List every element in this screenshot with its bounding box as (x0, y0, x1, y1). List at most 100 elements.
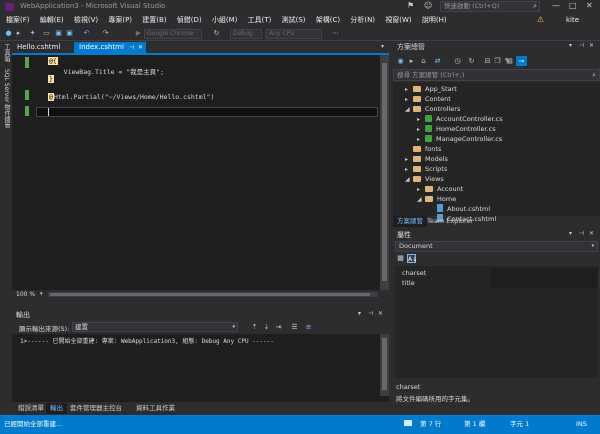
tree-item-home-controller[interactable]: ▸ HomeController.cs (417, 124, 496, 134)
warning-icon[interactable]: ⚠ (537, 15, 544, 24)
code-editor[interactable]: @{ ViewBag.Title = "我是主頁"; } @Html.Parti… (12, 53, 389, 292)
next-message-icon[interactable]: ⇥ (274, 323, 283, 332)
forward-icon[interactable]: ▸ (14, 29, 23, 38)
panel-close-icon[interactable]: ✕ (378, 310, 383, 317)
save-icon[interactable]: ▣ (54, 29, 63, 38)
undo-icon[interactable]: ↶ (82, 29, 91, 38)
panel-menu-icon[interactable]: ▾ (358, 310, 361, 317)
property-value[interactable] (491, 278, 598, 288)
output-text[interactable]: 1>------ 已開始全部重建: 專案: WebApplication3, 組… (12, 334, 389, 402)
output-source-select[interactable]: 建置 ▾ (72, 322, 238, 332)
panel-menu-icon[interactable]: ▾ (569, 42, 572, 49)
pin-icon[interactable]: ⊣ (129, 42, 134, 53)
tab-output[interactable]: 輸出 (46, 403, 67, 414)
panel-menu-icon[interactable]: ▾ (569, 230, 572, 237)
preview-toggle-icon[interactable]: ⊸ (516, 56, 527, 66)
open-file-icon[interactable]: ▭ (42, 29, 51, 38)
collapse-all-icon[interactable]: ⊟ (483, 57, 492, 66)
menu-analyze[interactable]: 分析(N) (346, 14, 379, 27)
menu-test[interactable]: 測試(S) (278, 14, 310, 27)
properties-object-select[interactable]: Document ▾ (395, 241, 598, 252)
panel-pin-icon[interactable]: ⊣ (368, 310, 373, 317)
tree-item-models[interactable]: ▸ Models (405, 154, 448, 164)
menu-architecture[interactable]: 架構(C) (312, 14, 344, 27)
tab-index-cshtml[interactable]: Index.cshtml ⊣ ✕ (74, 42, 146, 53)
panel-close-icon[interactable]: ✕ (589, 42, 594, 49)
tab-overflow-icon[interactable]: ▾ (381, 43, 384, 50)
back-icon[interactable]: ◉ (396, 57, 405, 66)
tree-item-account-controller[interactable]: ▸ AccountController.cs (417, 114, 503, 124)
sql-explorer-tab[interactable]: SQL Server 物件總管 (2, 69, 11, 128)
clear-all-icon[interactable]: ☰ (290, 323, 299, 332)
editor-horizontal-scrollbar[interactable] (48, 292, 378, 297)
panel-pin-icon[interactable]: ⊣ (579, 230, 584, 237)
tab-solution-explorer[interactable]: 方案總管 (393, 216, 427, 227)
close-button[interactable]: ✕ (586, 1, 593, 10)
output-vertical-scrollbar[interactable] (380, 334, 389, 396)
previous-message-icon[interactable]: ⇣ (262, 323, 271, 332)
zoom-level[interactable]: 100 % (16, 290, 35, 299)
tree-item-about-cshtml[interactable]: About.cshtml (429, 204, 490, 214)
tab-team-explorer[interactable]: Team Explorer (423, 216, 477, 227)
sync-icon[interactable]: ⇄ (433, 57, 442, 66)
redo-icon[interactable]: ↷ (101, 29, 110, 38)
property-row-charset[interactable]: charset (395, 268, 598, 278)
tree-item-views[interactable]: ◢ Views (405, 174, 444, 184)
categorized-icon[interactable]: ▦ (396, 254, 405, 263)
find-message-icon[interactable]: ⇡ (250, 323, 259, 332)
tab-error-list[interactable]: 錯誤清單 (14, 403, 48, 414)
quick-launch-input[interactable]: 快速啟動 (Ctrl+Q) (444, 2, 499, 11)
tree-item-app-start[interactable]: ▸ App_Start (405, 84, 457, 94)
zoom-dropdown-icon[interactable]: ▾ (40, 290, 43, 299)
panel-pin-icon[interactable]: ⊣ (579, 42, 584, 49)
menu-help[interactable]: 說明(H) (418, 14, 451, 27)
home-icon[interactable]: ⌂ (419, 57, 428, 66)
platform-select[interactable]: Any CPU (266, 29, 322, 39)
minimize-button[interactable]: — (552, 1, 560, 10)
history-icon[interactable]: ◷ (453, 57, 462, 66)
menu-build[interactable]: 建置(B) (138, 14, 170, 27)
feedback-icon[interactable]: ☺ (424, 1, 432, 10)
menu-project[interactable]: 專案(P) (104, 14, 136, 27)
panel-close-icon[interactable]: ✕ (589, 230, 594, 237)
tab-hello-cshtml[interactable]: Hello.cshtml (12, 42, 72, 53)
menu-edit[interactable]: 編輯(E) (36, 14, 68, 27)
property-row-title[interactable]: title (395, 278, 598, 288)
editor-vertical-scrollbar[interactable] (380, 55, 389, 292)
tree-item-content[interactable]: ▸ Content (405, 94, 451, 104)
close-tab-icon[interactable]: ✕ (138, 42, 143, 53)
tree-item-scripts[interactable]: ▸ Scripts (405, 164, 447, 174)
refresh-icon[interactable]: ↻ (467, 57, 476, 66)
tab-package-manager-console[interactable]: 套件管理器主控台 (66, 403, 126, 414)
forward-icon[interactable]: ▸ (407, 57, 416, 66)
browser-select[interactable]: Google Chrome (144, 29, 202, 39)
menu-tools[interactable]: 工具(T) (244, 14, 276, 27)
menu-view[interactable]: 檢視(V) (70, 14, 102, 27)
start-debug-icon[interactable]: ▶ (134, 29, 143, 38)
configuration-select[interactable]: Debug (230, 29, 262, 39)
notification-flag-icon[interactable]: ⚑ (407, 1, 414, 10)
menu-window[interactable]: 視窗(W) (381, 14, 415, 27)
tree-item-manage-controller[interactable]: ▸ ManageController.cs (417, 134, 502, 144)
user-name[interactable]: kite (566, 16, 579, 24)
quick-launch[interactable]: 快速啟動 (Ctrl+Q) ⌕ (440, 1, 540, 12)
back-icon[interactable]: ● (4, 29, 13, 38)
alphabetical-icon[interactable]: A↓ (407, 254, 417, 263)
toolbox-tab[interactable]: 工具箱 (2, 44, 11, 62)
word-wrap-icon[interactable]: ≡ (304, 323, 313, 332)
tree-item-controllers[interactable]: ◢ Controllers (405, 104, 460, 114)
tree-item-fonts[interactable]: fonts (405, 144, 441, 154)
tree-item-home[interactable]: ◢ Home (417, 194, 456, 204)
menu-team[interactable]: 小組(M) (208, 14, 242, 27)
tree-item-account[interactable]: ▸ Account (417, 184, 463, 194)
save-all-icon[interactable]: ▣ (65, 29, 74, 38)
menu-debug[interactable]: 偵錯(D) (173, 14, 206, 27)
maximize-button[interactable]: □ (569, 1, 577, 10)
copy-icon[interactable]: ❐ (493, 57, 502, 66)
new-project-icon[interactable]: ✦ (28, 29, 37, 38)
toolbar-misc-icon[interactable]: ⋯ (331, 29, 340, 38)
tab-data-tools[interactable]: 資料工具作業 (132, 403, 179, 414)
menu-file[interactable]: 檔案(F) (2, 14, 34, 27)
solution-explorer-search[interactable]: 搜尋 方案總管 (Ctrl+;) ⌕ (393, 69, 600, 81)
property-value[interactable] (491, 268, 598, 278)
